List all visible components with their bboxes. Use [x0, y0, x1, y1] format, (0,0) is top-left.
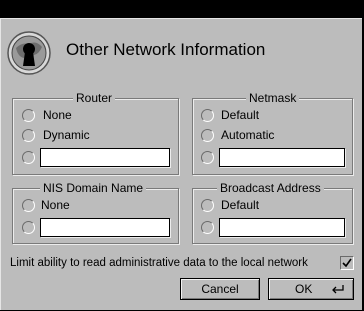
limit-access-checkbox[interactable]	[340, 256, 354, 270]
netmask-automatic-radio[interactable]	[201, 129, 214, 142]
netmask-default-label: Default	[221, 108, 260, 122]
netmask-value-input[interactable]	[219, 148, 345, 167]
cancel-button[interactable]: Cancel	[180, 278, 260, 300]
nis-none-radio[interactable]	[22, 199, 35, 212]
netmask-legend: Netmask	[246, 91, 300, 105]
ok-button-label: OK	[295, 282, 313, 296]
router-none-radio[interactable]	[22, 109, 35, 122]
router-address-input[interactable]	[40, 148, 170, 167]
nis-domain-legend: NIS Domain Name	[40, 181, 147, 195]
netmask-custom-radio[interactable]	[201, 151, 214, 164]
nis-domain-input[interactable]	[40, 218, 170, 237]
title-bar[interactable]	[0, 0, 364, 18]
broadcast-default-radio[interactable]	[201, 199, 214, 212]
router-legend: Router	[73, 91, 116, 105]
dialog-window: Other Network Information Router None Dy…	[0, 0, 364, 311]
router-dynamic-label: Dynamic	[43, 128, 90, 142]
dialog-title: Other Network Information	[66, 40, 266, 59]
broadcast-legend: Broadcast Address	[217, 181, 324, 195]
nis-none-label: None	[41, 198, 70, 212]
broadcast-address-input[interactable]	[219, 218, 345, 237]
netmask-automatic-label: Automatic	[221, 128, 275, 142]
netmask-default-radio[interactable]	[201, 109, 214, 122]
ok-button[interactable]: OK	[268, 278, 354, 300]
router-dynamic-radio[interactable]	[22, 129, 35, 142]
keyhole-globe-icon	[7, 31, 51, 75]
router-none-label: None	[43, 108, 72, 122]
limit-access-label: Limit ability to read administrative dat…	[10, 257, 308, 269]
router-custom-radio[interactable]	[22, 151, 35, 164]
enter-key-icon	[332, 285, 344, 294]
nis-custom-radio[interactable]	[22, 221, 35, 234]
broadcast-custom-radio[interactable]	[201, 221, 214, 234]
checkmark-icon	[342, 258, 352, 268]
broadcast-default-label: Default	[221, 198, 260, 212]
